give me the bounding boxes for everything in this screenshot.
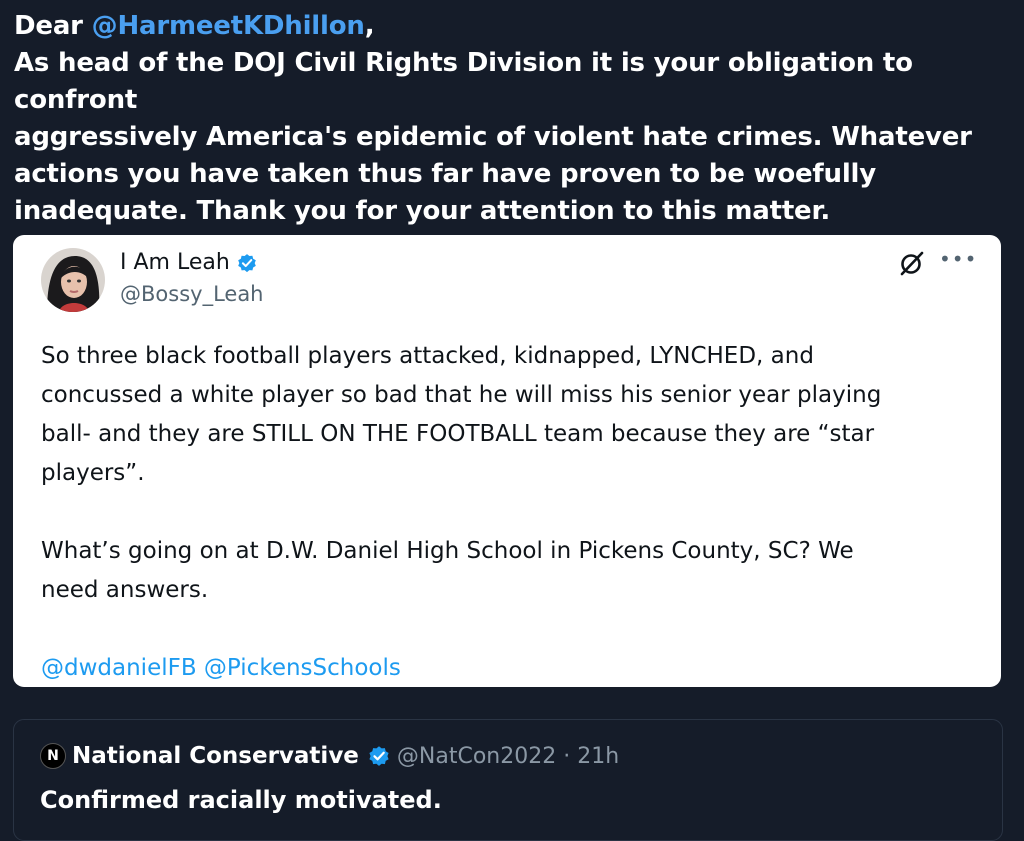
body-line: need answers.	[41, 577, 209, 603]
greeting-suffix: ,	[364, 11, 375, 41]
next-author-name[interactable]: National Conservative	[72, 743, 359, 769]
reply-post-text: Dear @HarmeetKDhillon, As head of the DO…	[14, 8, 1014, 230]
body-line: concussed a white player so bad that he …	[41, 382, 882, 408]
body-line: What’s going on at D.W. Daniel High Scho…	[41, 538, 854, 564]
quoted-tweet-card[interactable]: I Am Leah @Bossy_Leah ••• So three black…	[13, 235, 1001, 687]
post-line: inadequate. Thank you for your attention…	[14, 196, 831, 226]
post-line: aggressively America's epidemic of viole…	[14, 122, 972, 152]
avatar-image	[41, 248, 105, 312]
author-handle[interactable]: @Bossy_Leah	[120, 282, 264, 306]
more-options-icon[interactable]: •••	[939, 247, 977, 271]
post-line: actions you have taken thus far have pro…	[14, 159, 877, 189]
mention-link[interactable]: @HarmeetKDhillon	[92, 11, 365, 41]
greeting: Dear	[14, 11, 92, 41]
next-card-header: N National Conservative @NatCon2022 · 21…	[40, 743, 619, 769]
next-author-meta[interactable]: @NatCon2022 · 21h	[397, 744, 619, 769]
verified-badge-icon	[237, 253, 256, 272]
post-line: As head of the DOJ Civil Rights Division…	[14, 48, 913, 115]
next-quoted-card[interactable]: N National Conservative @NatCon2022 · 21…	[13, 719, 1003, 841]
mentions-links[interactable]: @dwdanielFB @PickensSchools	[41, 649, 971, 688]
author-name[interactable]: I Am Leah	[120, 250, 258, 275]
body-line: players”.	[41, 460, 145, 486]
verified-badge-icon	[369, 746, 389, 766]
body-line: ball- and they are STILL ON THE FOOTBALL…	[41, 421, 875, 447]
avatar[interactable]	[41, 248, 105, 312]
natcon-avatar-icon[interactable]: N	[40, 743, 66, 769]
grok-icon[interactable]	[898, 249, 926, 277]
quoted-tweet-body: So three black football players attacked…	[41, 337, 971, 688]
body-line: So three black football players attacked…	[41, 343, 814, 369]
author-name-text[interactable]: I Am Leah	[120, 250, 230, 275]
greeting-line: Dear @HarmeetKDhillon,	[14, 8, 1014, 45]
